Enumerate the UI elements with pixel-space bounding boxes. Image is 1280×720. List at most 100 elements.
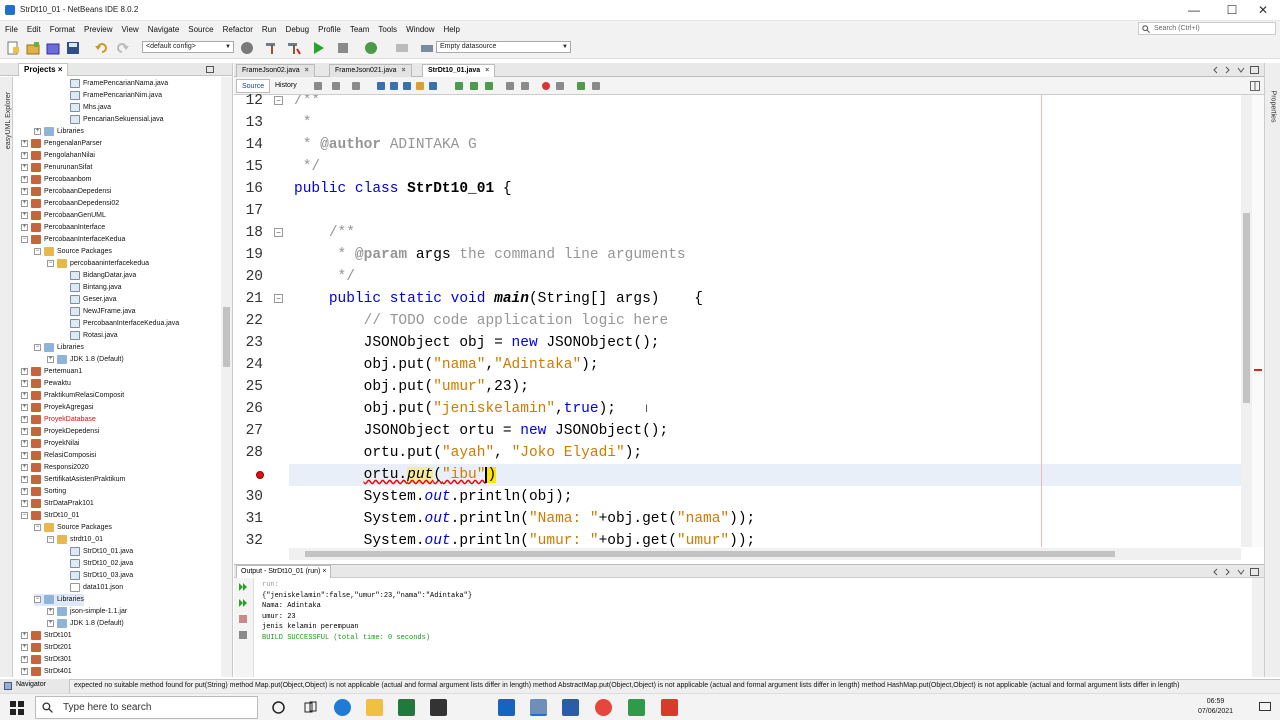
expand-icon[interactable]: + bbox=[21, 451, 28, 459]
tree-item[interactable]: + ProyekAgregasi bbox=[21, 402, 93, 414]
properties-strip[interactable]: Properties bbox=[1264, 63, 1280, 677]
tree-item[interactable]: + PenurunanSifat bbox=[21, 162, 92, 174]
expand-icon[interactable]: + bbox=[21, 463, 28, 471]
tree-item[interactable]: Mhs.java bbox=[60, 102, 111, 114]
expand-icon[interactable]: + bbox=[21, 223, 28, 231]
expand-icon[interactable]: + bbox=[21, 415, 28, 423]
find-next-icon[interactable] bbox=[403, 82, 411, 90]
close-icon[interactable]: × bbox=[401, 67, 405, 74]
menu-preview[interactable]: Preview bbox=[84, 25, 112, 34]
task-view-icon[interactable] bbox=[302, 699, 319, 716]
tree-item[interactable]: − Source Packages bbox=[34, 246, 112, 258]
tree-item[interactable]: FramePencarianNim.java bbox=[60, 90, 162, 102]
ide-search-input[interactable]: Search (Ctrl+I) bbox=[1138, 22, 1276, 35]
taskbar-search-input[interactable]: Type here to search bbox=[35, 696, 258, 719]
tree-item[interactable]: + JDK 1.8 (Default) bbox=[47, 354, 124, 366]
tree-item[interactable]: StrDt10_03.java bbox=[60, 570, 133, 582]
toggle-rectangular-icon[interactable] bbox=[429, 82, 437, 90]
screen-recorder-icon[interactable] bbox=[661, 699, 678, 716]
tab-navigator[interactable]: Navigator bbox=[0, 679, 70, 693]
tree-item[interactable]: + PengenalanParser bbox=[21, 138, 102, 150]
tab-strdt10-01[interactable]: StrDt10_01.java × bbox=[422, 64, 496, 77]
expand-icon[interactable]: + bbox=[47, 607, 54, 615]
code-fold-icon[interactable]: − bbox=[274, 228, 283, 237]
chrome-icon[interactable] bbox=[595, 699, 612, 716]
tab-scroll-controls-icon[interactable] bbox=[1212, 66, 1262, 74]
tree-item[interactable]: + PercobaanDepedensi02 bbox=[21, 198, 119, 210]
tab-output[interactable]: Output - StrDt10_01 (run) × bbox=[236, 565, 332, 578]
redo-icon[interactable] bbox=[115, 41, 129, 55]
expand-icon[interactable]: + bbox=[21, 151, 28, 159]
shift-left-icon[interactable] bbox=[506, 82, 514, 90]
expand-icon[interactable]: + bbox=[21, 631, 28, 639]
undo-icon[interactable] bbox=[95, 41, 109, 55]
windows-start-icon[interactable] bbox=[10, 701, 24, 715]
expand-icon[interactable]: + bbox=[21, 391, 28, 399]
uncomment-icon[interactable] bbox=[592, 82, 600, 90]
tree-item[interactable]: + StrDt301 bbox=[21, 654, 72, 666]
expand-icon[interactable]: + bbox=[34, 127, 41, 135]
tree-item[interactable]: − percobaaninterfacekedua bbox=[47, 258, 149, 270]
collapse-icon[interactable]: − bbox=[21, 235, 28, 243]
config-select[interactable]: <default config> ▼ bbox=[142, 41, 234, 53]
tree-item[interactable]: + PercobaanGenUML bbox=[21, 210, 106, 222]
tab-framejson02[interactable]: FrameJson02.java × bbox=[236, 64, 315, 77]
close-window-button[interactable]: ✕ bbox=[1246, 0, 1280, 21]
comment-icon[interactable] bbox=[577, 82, 585, 90]
menu-format[interactable]: Format bbox=[50, 25, 75, 34]
collapse-icon[interactable]: − bbox=[21, 511, 28, 519]
tree-item[interactable]: − StrDt10_01 bbox=[21, 510, 79, 522]
editor-vertical-scrollbar[interactable] bbox=[1241, 95, 1252, 547]
rerun-parameters-icon[interactable] bbox=[238, 598, 248, 608]
last-edit-icon[interactable] bbox=[314, 82, 322, 90]
tab-history[interactable]: History bbox=[270, 79, 302, 93]
new-project-icon[interactable] bbox=[26, 41, 40, 55]
tree-item[interactable]: BidangDatar.java bbox=[60, 270, 136, 282]
mail-icon[interactable] bbox=[498, 699, 515, 716]
collapse-icon[interactable]: − bbox=[34, 523, 41, 531]
collapse-icon[interactable]: − bbox=[34, 247, 41, 255]
split-editor-icon[interactable] bbox=[1250, 81, 1260, 91]
globe-icon[interactable] bbox=[240, 41, 254, 55]
editor-hscroll-thumb[interactable] bbox=[305, 551, 1115, 557]
easyuml-explorer-strip[interactable]: easyUML Explorer bbox=[0, 77, 13, 677]
tree-item[interactable]: + PengolahanNilai bbox=[21, 150, 95, 162]
expand-icon[interactable]: + bbox=[21, 403, 28, 411]
expand-icon[interactable]: + bbox=[21, 655, 28, 663]
expand-icon[interactable]: + bbox=[21, 487, 28, 495]
menu-edit[interactable]: Edit bbox=[27, 25, 41, 34]
code-editor[interactable]: /** * * @author ADINTAKA G */ public cla… bbox=[289, 95, 1241, 547]
tree-item[interactable]: PencarianSekuensial.java bbox=[60, 114, 164, 126]
menu-profile[interactable]: Profile bbox=[318, 25, 341, 34]
output-settings-icon[interactable] bbox=[238, 630, 248, 640]
tree-item[interactable]: + RelasiComposisi bbox=[21, 450, 96, 462]
menu-debug[interactable]: Debug bbox=[286, 25, 310, 34]
tree-item[interactable]: + Pewaktu bbox=[21, 378, 71, 390]
taskbar-clock[interactable]: 06:59 07/06/2021 bbox=[1198, 697, 1233, 717]
collapse-icon[interactable]: − bbox=[34, 343, 41, 351]
run-icon[interactable] bbox=[311, 41, 325, 55]
tree-item[interactable]: + ProyekDepedensi bbox=[21, 426, 99, 438]
expand-icon[interactable]: + bbox=[21, 187, 28, 195]
close-icon[interactable]: × bbox=[305, 67, 309, 74]
collapse-icon[interactable]: − bbox=[34, 595, 41, 603]
output-controls-icon[interactable] bbox=[1212, 568, 1262, 576]
tree-item[interactable]: Geser.java bbox=[60, 294, 116, 306]
tree-item[interactable]: + StrDt101 bbox=[21, 630, 72, 642]
output-console[interactable]: run: {"jeniskelamin":false,"umur":23,"na… bbox=[262, 580, 1252, 677]
minimize-button[interactable]: — bbox=[1177, 0, 1211, 21]
expand-icon[interactable]: + bbox=[47, 355, 54, 363]
tree-item[interactable]: + PercobaanInterface bbox=[21, 222, 105, 234]
edge-icon[interactable] bbox=[334, 699, 351, 716]
clean-build-icon[interactable] bbox=[287, 41, 301, 55]
tree-item[interactable]: − Libraries bbox=[34, 594, 84, 606]
previous-bookmark-icon[interactable] bbox=[455, 82, 463, 90]
expand-icon[interactable]: + bbox=[21, 139, 28, 147]
stop-macro-icon[interactable] bbox=[556, 82, 564, 90]
tree-item[interactable]: + ProyekNilai bbox=[21, 438, 79, 450]
codeblocks-icon[interactable] bbox=[628, 699, 645, 716]
start-macro-icon[interactable] bbox=[542, 82, 550, 90]
editor-vscroll-thumb[interactable] bbox=[1243, 213, 1250, 403]
back-icon[interactable] bbox=[332, 82, 340, 90]
menu-refactor[interactable]: Refactor bbox=[223, 25, 253, 34]
